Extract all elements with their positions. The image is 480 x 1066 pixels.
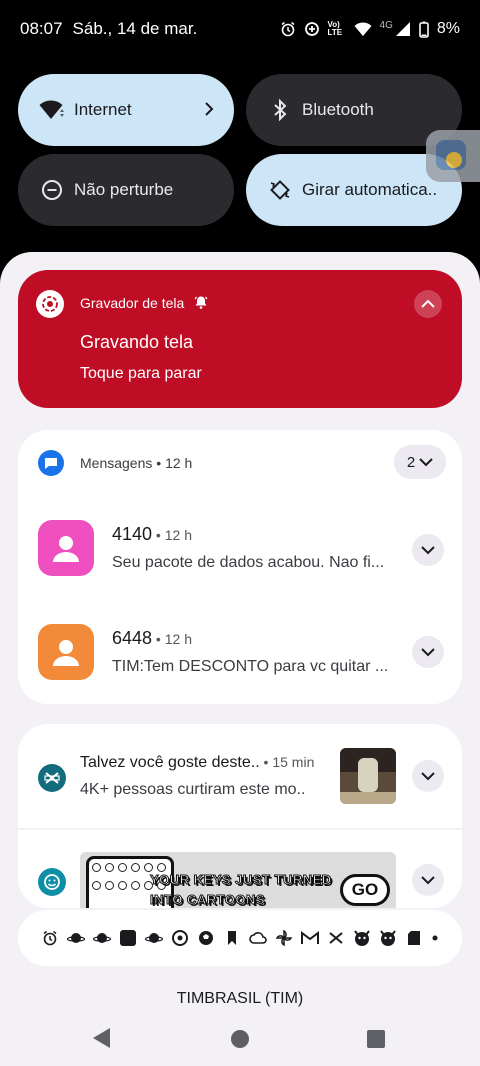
- more-dot-icon: [431, 929, 439, 947]
- screen-record-icon: [36, 290, 64, 318]
- chevron-down-icon: [421, 876, 435, 885]
- chevron-down-icon: [419, 458, 433, 467]
- app-bubble-badge: [446, 152, 462, 168]
- chevron-down-icon: [421, 648, 435, 657]
- bluetooth-icon: [266, 96, 294, 124]
- collapse-button[interactable]: [414, 290, 442, 318]
- message-sender: 4140: [112, 524, 153, 544]
- alarm-icon: [280, 21, 296, 37]
- suggestion-title: Talvez você goste deste..: [80, 754, 260, 771]
- messages-notification-group[interactable]: Mensagens • 12 h 2 4140 • 12 h Seu pacot…: [18, 430, 462, 704]
- app-notifications-card: Talvez você goste deste.. • 15 min 4K+ p…: [18, 724, 462, 908]
- bluetooth-label: Bluetooth: [302, 100, 374, 119]
- status-bar: 08:07 Sáb., 14 de mar. Vo) LTE 4G 8%: [0, 0, 480, 58]
- home-icon[interactable]: [231, 1030, 249, 1048]
- devil-icon: [379, 929, 397, 947]
- chevron-down-icon: [421, 546, 435, 555]
- suggestion-time: • 15 min: [259, 754, 315, 770]
- screen-recorder-notification[interactable]: Gravador de tela Gravando tela Toque par…: [18, 270, 462, 408]
- bell-icon: [194, 295, 208, 312]
- silent-notifications-tray[interactable]: [18, 910, 462, 966]
- volte-icon: Vo) LTE: [327, 20, 343, 37]
- suggestion-header: Talvez você goste deste.. • 15 min: [80, 754, 348, 772]
- recorder-title: Gravando tela: [80, 332, 194, 352]
- back-icon[interactable]: [93, 1028, 110, 1048]
- expand-button[interactable]: [412, 864, 444, 896]
- promo-banner-image: YOUR KEYS JUST TURNED INTO CARTOONS GO: [80, 852, 396, 908]
- group-count: 2: [406, 453, 416, 471]
- wifi-icon: [354, 21, 372, 37]
- auto-rotate-label: Girar automatica..: [302, 180, 438, 199]
- sd-card-icon: [405, 929, 423, 947]
- message-sender-line: 6448 • 12 h: [112, 628, 192, 649]
- floating-app-bubble[interactable]: [426, 130, 480, 182]
- capcut-icon: [327, 929, 345, 947]
- do-not-disturb-icon: [38, 176, 66, 204]
- messages-group-time: • 12 h: [152, 455, 193, 471]
- message-notification[interactable]: 6448 • 12 h TIM:Tem DESCONTO para vc qui…: [18, 610, 462, 698]
- dnd-tile[interactable]: Não perturbe: [18, 154, 234, 226]
- status-icons: Vo) LTE 4G 8%: [280, 20, 460, 38]
- planet-icon: [93, 929, 111, 947]
- chevron-right-icon: [194, 100, 214, 121]
- recents-icon[interactable]: [367, 1030, 385, 1048]
- messages-app-icon: [38, 450, 64, 476]
- planet-icon: [67, 929, 85, 947]
- messages-app-header: Mensagens • 12 h: [80, 455, 192, 471]
- cloud-icon: [249, 929, 267, 947]
- chevron-up-icon: [421, 299, 435, 308]
- internet-tile[interactable]: Internet: [18, 74, 234, 146]
- message-sender-line: 4140 • 12 h: [112, 524, 192, 545]
- contact-avatar-icon: [38, 520, 94, 576]
- recorder-app-name: Gravador de tela: [80, 295, 185, 311]
- dnd-label: Não perturbe: [74, 180, 174, 199]
- banner-line-2: INTO CARTOONS: [150, 892, 266, 908]
- messages-app-name: Mensagens: [80, 455, 153, 471]
- capcut-icon: [38, 764, 66, 792]
- message-preview: Seu pacote de dados acabou. Nao fi...: [112, 554, 385, 571]
- chrome-icon: [171, 929, 189, 947]
- internet-label: Internet: [74, 100, 132, 119]
- planet-icon: [145, 929, 163, 947]
- carrier-label: TIMBRASIL (TIM): [176, 990, 304, 1007]
- chevron-down-icon: [421, 772, 435, 781]
- recorder-text: Toque para parar: [80, 365, 202, 382]
- battery-icon: [419, 21, 429, 38]
- wifi-icon: [38, 96, 66, 124]
- video-thumbnail: [340, 748, 396, 804]
- status-date: Sáb., 14 de mar.: [72, 19, 198, 38]
- signal-icon: [395, 21, 411, 37]
- message-notification[interactable]: 4140 • 12 h Seu pacote de dados acabou. …: [18, 506, 462, 594]
- suggestion-text: 4K+ pessoas curtiram este mo..: [80, 781, 306, 798]
- data-saver-icon: [304, 21, 320, 37]
- emoji-app-icon: [38, 868, 66, 896]
- banner-line-1: YOUR KEYS JUST TURNED: [150, 872, 332, 888]
- group-expand-button[interactable]: 2: [394, 445, 446, 479]
- divider: [18, 828, 462, 830]
- alarm-icon: [41, 929, 59, 947]
- banner-go-label: GO: [340, 874, 390, 906]
- soccer-icon: [197, 929, 215, 947]
- network-type-label: 4G: [379, 19, 393, 31]
- expand-button[interactable]: [412, 636, 444, 668]
- message-time: • 12 h: [152, 527, 192, 543]
- bookmark-icon: [223, 929, 241, 947]
- banner-text: YOUR KEYS JUST TURNED INTO CARTOONS: [150, 870, 332, 908]
- battery-percent: 8%: [436, 20, 460, 37]
- gmail-icon: [301, 929, 319, 947]
- message-preview: TIM:Tem DESCONTO para vc quitar ...: [112, 658, 389, 675]
- status-time: 08:07: [20, 19, 63, 38]
- expand-button[interactable]: [412, 534, 444, 566]
- message-sender: 6448: [112, 628, 153, 648]
- square-app-icon: [119, 929, 137, 947]
- pinwheel-icon: [275, 929, 293, 947]
- devil-icon: [353, 929, 371, 947]
- message-time: • 12 h: [152, 631, 192, 647]
- navigation-bar: [0, 1012, 480, 1066]
- contact-avatar-icon: [38, 624, 94, 680]
- expand-button[interactable]: [412, 760, 444, 792]
- auto-rotate-icon: [266, 176, 294, 204]
